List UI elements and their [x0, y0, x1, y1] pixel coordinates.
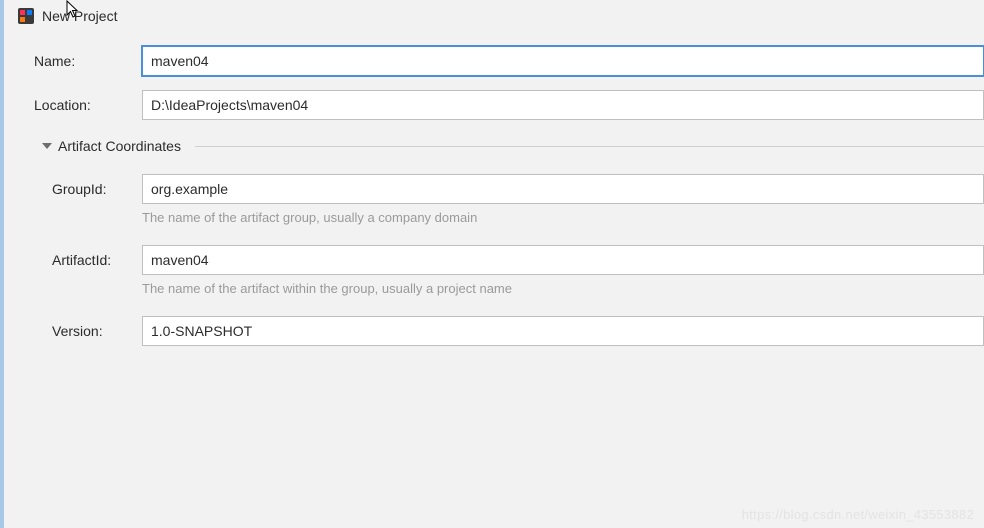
name-row: Name:: [34, 46, 984, 76]
groupid-label: GroupId:: [52, 181, 142, 197]
location-row: Location:: [34, 90, 984, 120]
groupid-hint: The name of the artifact group, usually …: [142, 210, 984, 225]
artifact-fields: GroupId: The name of the artifact group,…: [34, 174, 984, 346]
location-label: Location:: [34, 97, 142, 113]
section-title: Artifact Coordinates: [58, 138, 181, 154]
name-input[interactable]: [142, 46, 984, 76]
chevron-down-icon: [42, 143, 52, 149]
artifactid-label: ArtifactId:: [52, 252, 142, 268]
title-bar: New Project: [4, 0, 984, 36]
version-row: Version:: [52, 316, 984, 346]
groupid-input[interactable]: [142, 174, 984, 204]
intellij-icon: [18, 8, 34, 24]
name-label: Name:: [34, 53, 142, 69]
window-title: New Project: [42, 8, 117, 24]
artifact-coordinates-section: Artifact Coordinates GroupId: The name o…: [34, 138, 984, 346]
location-input[interactable]: [142, 90, 984, 120]
artifactid-hint: The name of the artifact within the grou…: [142, 281, 984, 296]
groupid-row: GroupId:: [52, 174, 984, 204]
form-area: Name: Location: Artifact Coordinates Gro…: [4, 36, 984, 346]
artifact-coordinates-toggle[interactable]: Artifact Coordinates: [34, 138, 984, 154]
version-input[interactable]: [142, 316, 984, 346]
version-label: Version:: [52, 323, 142, 339]
section-divider: [195, 146, 984, 147]
watermark: https://blog.csdn.net/weixin_43553882: [742, 507, 974, 522]
artifactid-row: ArtifactId:: [52, 245, 984, 275]
artifactid-input[interactable]: [142, 245, 984, 275]
